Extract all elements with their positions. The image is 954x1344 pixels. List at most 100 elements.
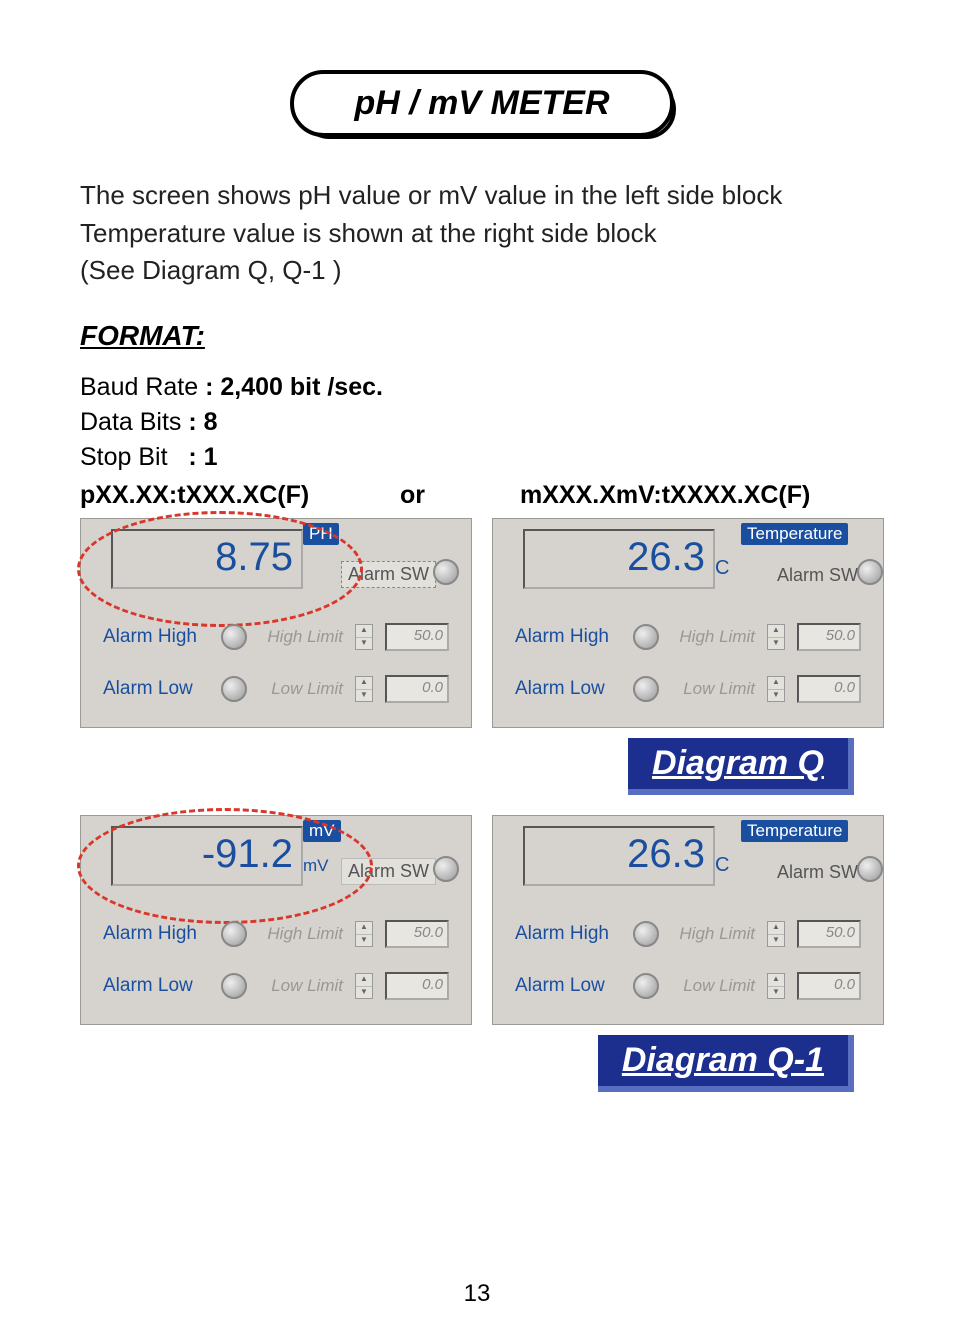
temp-value-display: 26.3: [523, 529, 715, 589]
temp-panel-q1: 26.3 Temperature C Alarm SW Alarm High H…: [492, 815, 884, 1025]
diagram-q1-row: -91.2 mV mV Alarm SW Alarm High High Lim…: [80, 815, 884, 1025]
chevron-up-icon: ▲: [768, 625, 784, 638]
alarm-low-row: Alarm Low Low Limit ▲▼ 0.0: [103, 972, 449, 1000]
alarm-sw-toggle[interactable]: [857, 856, 887, 886]
baud-label: Baud Rate: [80, 373, 198, 401]
low-limit-label: Low Limit: [261, 976, 343, 996]
chevron-down-icon: ▼: [768, 987, 784, 999]
alarm-high-led: [631, 921, 661, 947]
chevron-down-icon: ▼: [356, 935, 372, 947]
alarm-sw-toggle[interactable]: [433, 559, 463, 589]
alarm-high-led: [631, 624, 661, 650]
low-limit-label: Low Limit: [673, 679, 755, 699]
alarm-low-led: [219, 973, 249, 999]
alarm-low-label: Alarm Low: [103, 678, 207, 700]
alarm-low-label: Alarm Low: [103, 975, 207, 997]
alarm-low-led: [631, 676, 661, 702]
high-limit-stepper[interactable]: ▲▼: [767, 624, 785, 650]
alarm-high-label: Alarm High: [515, 626, 619, 648]
led-icon: [857, 559, 883, 585]
alarm-low-label: Alarm Low: [515, 678, 619, 700]
mv-unit-badge: mV: [303, 820, 341, 842]
led-icon: [857, 856, 883, 882]
spec-stop-bit: Stop Bit : 1: [80, 440, 884, 475]
page-number: 13: [0, 1280, 954, 1308]
chevron-up-icon: ▲: [356, 677, 372, 690]
temperature-unit-badge: Temperature: [741, 523, 848, 545]
led-icon: [221, 921, 247, 947]
low-limit-stepper[interactable]: ▲▼: [767, 973, 785, 999]
alarm-sw-label: Alarm SW: [341, 561, 436, 588]
high-limit-label: High Limit: [261, 924, 343, 944]
diagram-q-row: 8.75 PH Alarm SW Alarm High High Limit ▲…: [80, 518, 884, 728]
ph-unit-badge: PH: [303, 523, 339, 545]
diagram-q-label: Diagram Q: [628, 738, 854, 795]
low-limit-value[interactable]: 0.0: [797, 675, 861, 703]
diagram-q1-label-wrap: Diagram Q-1: [80, 1035, 854, 1092]
alarm-sw-toggle[interactable]: [433, 856, 463, 886]
high-limit-value[interactable]: 50.0: [797, 920, 861, 948]
spec-baud: Baud Rate : 2,400 bit /sec.: [80, 370, 884, 405]
unit-celsius: C: [715, 557, 729, 580]
temp-value-display: 26.3: [523, 826, 715, 886]
alarm-sw-toggle[interactable]: [857, 559, 887, 589]
high-limit-stepper[interactable]: ▲▼: [355, 624, 373, 650]
chevron-down-icon: ▼: [768, 638, 784, 650]
low-limit-stepper[interactable]: ▲▼: [355, 973, 373, 999]
alarm-high-row: Alarm High High Limit ▲▼ 50.0: [515, 623, 861, 651]
title-text: pH / mV METER: [354, 84, 609, 122]
format-string-row: pXX.XX:tXXX.XC(F) or mXXX.XmV:tXXXX.XC(F…: [80, 481, 884, 510]
alarm-sw-label: Alarm SW: [341, 858, 436, 885]
chevron-up-icon: ▲: [768, 677, 784, 690]
low-limit-stepper[interactable]: ▲▼: [355, 676, 373, 702]
low-limit-value[interactable]: 0.0: [385, 675, 449, 703]
low-limit-label: Low Limit: [261, 679, 343, 699]
alarm-low-led: [219, 676, 249, 702]
led-icon: [633, 973, 659, 999]
low-limit-value[interactable]: 0.0: [797, 972, 861, 1000]
format-right: mXXX.XmV:tXXXX.XC(F): [520, 481, 884, 510]
format-left: pXX.XX:tXXX.XC(F): [80, 481, 400, 510]
page-title: pH / mV METER: [290, 70, 673, 137]
alarm-low-row: Alarm Low Low Limit ▲▼ 0.0: [103, 675, 449, 703]
mv-value-display: -91.2: [111, 826, 303, 886]
high-limit-label: High Limit: [673, 924, 755, 944]
led-icon: [633, 921, 659, 947]
chevron-down-icon: ▼: [768, 690, 784, 702]
chevron-down-icon: ▼: [768, 935, 784, 947]
low-limit-value[interactable]: 0.0: [385, 972, 449, 1000]
mv-panel: -91.2 mV mV Alarm SW Alarm High High Lim…: [80, 815, 472, 1025]
alarm-low-row: Alarm Low Low Limit ▲▼ 0.0: [515, 675, 861, 703]
stop-bit-value: : 1: [188, 443, 217, 471]
alarm-high-row: Alarm High High Limit ▲▼ 50.0: [515, 920, 861, 948]
chevron-up-icon: ▲: [768, 922, 784, 935]
low-limit-label: Low Limit: [673, 976, 755, 996]
intro-text: The screen shows pH value or mV value in…: [80, 177, 884, 290]
alarm-high-led: [219, 624, 249, 650]
led-icon: [221, 973, 247, 999]
low-limit-stepper[interactable]: ▲▼: [767, 676, 785, 702]
high-limit-label: High Limit: [673, 627, 755, 647]
temperature-unit-badge: Temperature: [741, 820, 848, 842]
mv-unit-sub: mV: [303, 856, 329, 876]
unit-celsius: C: [715, 854, 729, 877]
high-limit-value[interactable]: 50.0: [385, 920, 449, 948]
page: pH / mV METER The screen shows pH value …: [0, 0, 954, 1344]
high-limit-value[interactable]: 50.0: [385, 623, 449, 651]
led-icon: [633, 624, 659, 650]
chevron-up-icon: ▲: [356, 625, 372, 638]
ph-value-display: 8.75: [111, 529, 303, 589]
intro-line-1: The screen shows pH value or mV value in…: [80, 177, 884, 215]
format-or: or: [400, 481, 520, 510]
data-bits-label: Data Bits: [80, 408, 181, 436]
format-heading: FORMAT:: [80, 320, 884, 352]
high-limit-value[interactable]: 50.0: [797, 623, 861, 651]
alarm-sw-label: Alarm SW: [777, 565, 858, 586]
intro-line-3: (See Diagram Q, Q-1 ): [80, 252, 884, 290]
high-limit-stepper[interactable]: ▲▼: [355, 921, 373, 947]
chevron-down-icon: ▼: [356, 690, 372, 702]
alarm-high-row: Alarm High High Limit ▲▼ 50.0: [103, 623, 449, 651]
alarm-high-label: Alarm High: [103, 626, 207, 648]
high-limit-stepper[interactable]: ▲▼: [767, 921, 785, 947]
title-container: pH / mV METER: [80, 70, 884, 137]
